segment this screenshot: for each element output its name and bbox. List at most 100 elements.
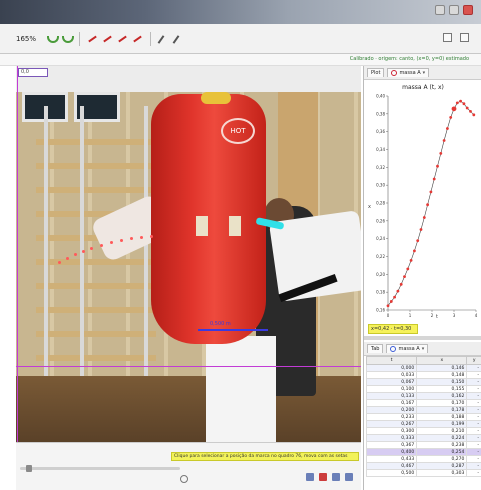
column-header[interactable]: t	[366, 356, 418, 365]
undo-icon[interactable]	[46, 33, 60, 44]
track-point[interactable]	[130, 237, 133, 240]
plot-point[interactable]	[422, 216, 426, 219]
plot-point[interactable]	[439, 151, 443, 155]
plot-point[interactable]	[396, 289, 400, 293]
frame-field[interactable]: 0,0	[18, 68, 48, 77]
track-trail	[56, 231, 166, 271]
table-cell: -	[466, 392, 481, 400]
plot-point[interactable]	[455, 101, 459, 105]
plot-point[interactable]	[403, 275, 406, 279]
video-slider[interactable]	[20, 467, 180, 470]
end-icon[interactable]	[345, 473, 353, 481]
track-point[interactable]	[66, 257, 69, 260]
table-row[interactable]: 0,400 0,254-	[366, 448, 481, 456]
table-row[interactable]: 0,300 0,210-	[366, 427, 481, 435]
plot-point[interactable]	[406, 267, 410, 271]
play-icon[interactable]	[180, 475, 188, 483]
zoom-level[interactable]: 165%	[16, 35, 36, 43]
table-row[interactable]: 0,000 0,146-	[366, 364, 481, 372]
table-row[interactable]: 0,200 0,178-	[366, 406, 481, 414]
plot-point[interactable]	[462, 102, 466, 106]
table-object-select[interactable]: massa A ▾	[386, 344, 429, 353]
video-view[interactable]: 0,0 HOT 0,500 m	[16, 66, 361, 442]
plot-y-tick-label: 0,28	[376, 201, 385, 206]
panel-divider[interactable]	[364, 336, 481, 340]
tab-plot[interactable]: Plot	[367, 68, 385, 77]
table-row[interactable]: 0,367 0,238-	[366, 441, 481, 449]
plot-point[interactable]	[413, 249, 416, 253]
track-point[interactable]	[90, 247, 93, 250]
plot-point[interactable]	[432, 177, 436, 181]
plot-point[interactable]	[409, 258, 413, 262]
plot-point[interactable]	[446, 127, 449, 130]
step-forward-icon[interactable]	[332, 473, 340, 481]
plot-point[interactable]	[465, 106, 469, 110]
plot-point[interactable]	[429, 190, 433, 194]
table-row[interactable]: 0,500 0,303-	[366, 469, 481, 477]
plot-point[interactable]	[472, 113, 476, 117]
x-axis-line[interactable]	[16, 366, 361, 367]
minimize-button[interactable]	[435, 5, 445, 15]
plot-point[interactable]	[386, 304, 390, 308]
table-row[interactable]: 0,033 0,148-	[366, 371, 481, 379]
tab-table[interactable]: Tab	[367, 344, 384, 353]
plot-selected-point[interactable]	[451, 106, 457, 112]
table-row[interactable]: 0,233 0,188-	[366, 413, 481, 421]
track-point[interactable]	[150, 235, 153, 238]
table-row[interactable]: 0,467 0,287-	[366, 462, 481, 470]
table-row[interactable]: 0,433 0,270-	[366, 455, 481, 463]
plot-point[interactable]	[419, 228, 423, 231]
table-cell: 0,367	[366, 441, 418, 449]
step-back-icon[interactable]	[306, 473, 314, 481]
track-red-icon[interactable]	[102, 33, 113, 44]
table-cell: -	[466, 448, 481, 456]
plot-point[interactable]	[442, 139, 446, 142]
table-row[interactable]: 0,333 0,224-	[366, 434, 481, 442]
data-table[interactable]: t x y 0,000 0,146-0,033 0,148-0,067 0,150-0…	[366, 356, 481, 488]
pen-icon[interactable]	[158, 33, 169, 44]
track-point[interactable]	[140, 236, 143, 239]
pen-icon[interactable]	[173, 33, 184, 44]
table-row[interactable]: 0,100 0,155-	[366, 385, 481, 393]
track-point[interactable]	[110, 241, 113, 244]
position-plot[interactable]: 0,16 0,18 0,20 0,22 0,24 0,26 0,28 0,30 0,32 0,34…	[366, 82, 480, 326]
video-slider-thumb[interactable]	[26, 465, 32, 472]
table-row[interactable]: 0,133 0,162-	[366, 392, 481, 400]
settings-icon[interactable]	[443, 33, 452, 42]
table-cell: 0,100	[366, 385, 418, 393]
track-point[interactable]	[100, 244, 103, 247]
plot-object-select[interactable]: massa A ▾	[387, 68, 430, 77]
table-row[interactable]: 0,067 0,150-	[366, 378, 481, 386]
table-row[interactable]: 0,267 0,199-	[366, 420, 481, 428]
table-cell: 0,148	[416, 371, 468, 379]
track-red-icon[interactable]	[132, 33, 143, 44]
redo-icon[interactable]	[61, 33, 75, 44]
maximize-button[interactable]	[449, 5, 459, 15]
table-cell: -	[466, 441, 481, 449]
plot-point[interactable]	[416, 239, 420, 243]
plot-point[interactable]	[389, 300, 393, 303]
plot-point[interactable]	[426, 203, 429, 207]
stop-icon[interactable]	[319, 473, 327, 481]
plot-point[interactable]	[469, 110, 472, 113]
plot-point[interactable]	[449, 116, 453, 119]
track-point[interactable]	[82, 250, 85, 253]
close-button[interactable]	[463, 5, 473, 15]
track-red-icon[interactable]	[87, 33, 98, 44]
window-icon[interactable]	[460, 33, 469, 42]
track-red-icon[interactable]	[117, 33, 128, 44]
y-axis-line[interactable]	[17, 66, 18, 442]
table-row[interactable]: 0,167 0,170-	[366, 399, 481, 407]
plot-point[interactable]	[436, 164, 439, 168]
track-point[interactable]	[74, 253, 77, 256]
calibration-stick[interactable]	[198, 329, 268, 331]
plot-point[interactable]	[459, 99, 462, 103]
table-cell: -	[466, 469, 481, 477]
column-header[interactable]: y	[466, 356, 481, 365]
plot-point[interactable]	[399, 282, 403, 286]
column-header[interactable]: x	[416, 356, 468, 365]
track-point[interactable]	[58, 261, 61, 264]
plot-point[interactable]	[393, 295, 396, 299]
track-point[interactable]	[120, 239, 123, 242]
plot-y-tick-label: 0,18	[376, 290, 385, 295]
